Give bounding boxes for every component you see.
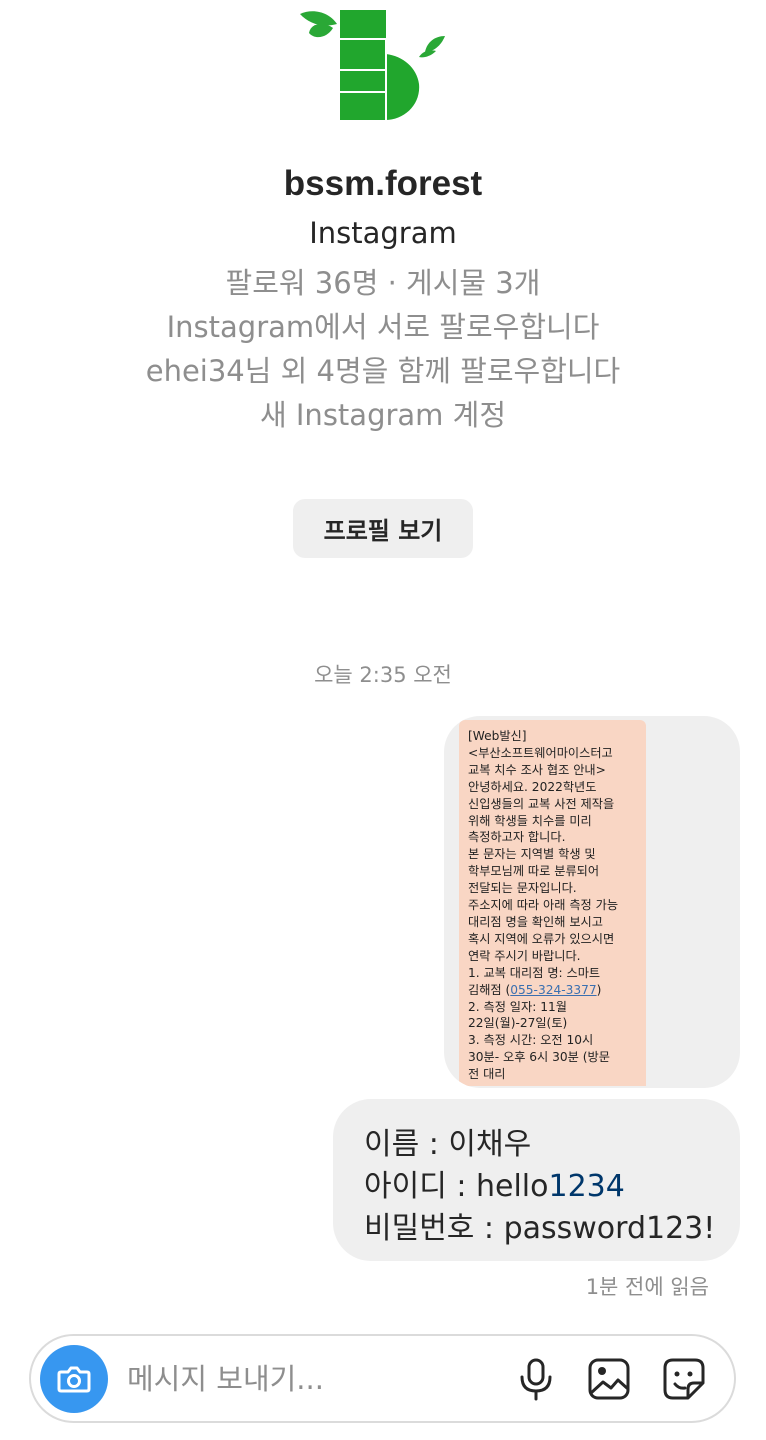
gallery-icon	[588, 1358, 630, 1400]
sms-text-before-phone: [Web발신] <부산소프트웨어마이스터고 교복 치수 조사 협조 안내> 안녕…	[468, 729, 619, 997]
sticker-button[interactable]	[661, 1356, 707, 1402]
message-id-link[interactable]: 1234	[548, 1169, 624, 1204]
message-id-prefix: 아이디 : hello	[364, 1169, 549, 1204]
microphone-icon	[520, 1358, 552, 1401]
sms-screenshot-image: [Web발신] <부산소프트웨어마이스터고 교복 치수 조사 협조 안내> 안녕…	[459, 720, 646, 1086]
sticker-icon	[663, 1358, 705, 1400]
image-message-bubble[interactable]: [Web발신] <부산소프트웨어마이스터고 교복 치수 조사 협조 안내> 안녕…	[444, 716, 740, 1088]
sms-text-after-phone: ) 2. 측정 일자: 11월 22일(월)-27일(토) 3. 측정 시간: …	[468, 982, 610, 1082]
message-input[interactable]	[127, 1360, 487, 1398]
message-line-name: 이름 : 이채우	[364, 1127, 532, 1162]
profile-name: bssm.forest	[283, 164, 483, 203]
sms-screenshot-text: [Web발신] <부산소프트웨어마이스터고 교복 치수 조사 협조 안내> 안녕…	[468, 728, 644, 1083]
microphone-button[interactable]	[513, 1356, 559, 1402]
message-line-id: 아이디 : hello1234	[364, 1161, 625, 1205]
message-composer	[29, 1334, 736, 1423]
read-receipt: 1분 전에 읽음	[585, 1275, 709, 1299]
bssm-forest-logo-icon	[300, 10, 445, 120]
text-message-bubble[interactable]: 이름 : 이채우 아이디 : hello1234 비밀번호 : password…	[333, 1099, 740, 1261]
profile-subtitle: Instagram	[309, 216, 457, 250]
profile-stats: 팔로워 36명 · 게시물 3개	[225, 266, 541, 300]
profile-logo	[295, 6, 455, 126]
camera-icon	[57, 1366, 91, 1393]
sms-phone-number: 055-324-3377	[510, 982, 597, 997]
camera-button[interactable]	[40, 1345, 108, 1413]
new-account-note: 새 Instagram 계정	[259, 398, 506, 432]
view-profile-button[interactable]: 프로필 보기	[293, 499, 473, 558]
followed-by-note: ehei34님 외 4명을 함께 팔로우합니다	[145, 354, 621, 388]
message-timestamp: 오늘 2:35 오전	[314, 663, 452, 687]
gallery-button[interactable]	[586, 1356, 632, 1402]
message-line-password: 비밀번호 : password123!	[364, 1211, 716, 1246]
mutual-follow-note: Instagram에서 서로 팔로우합니다	[166, 310, 600, 344]
